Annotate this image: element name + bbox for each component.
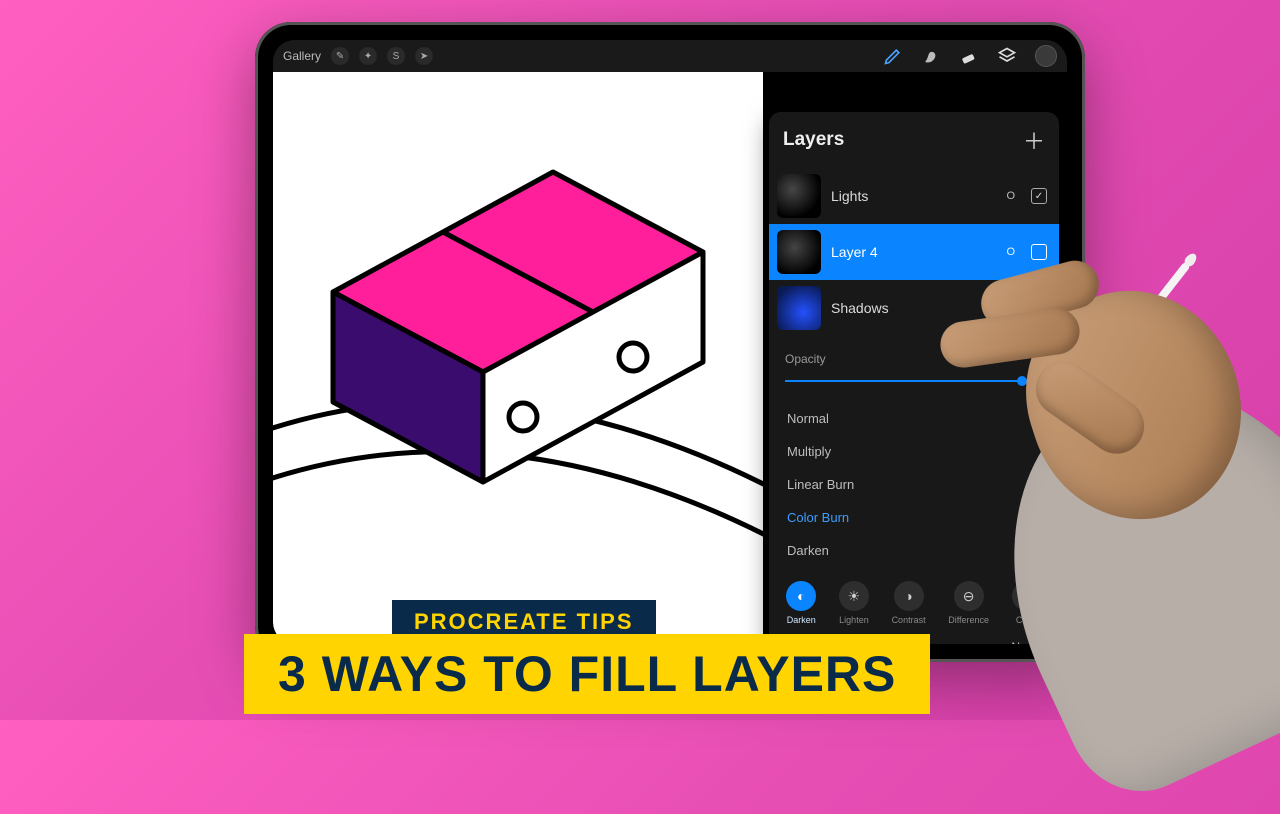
- blend-mode-item[interactable]: Multiply: [769, 435, 1059, 468]
- category-label: Difference: [948, 615, 989, 625]
- color-icon[interactable]: [1035, 45, 1057, 67]
- gallery-button[interactable]: Gallery: [283, 49, 321, 63]
- layer-visibility-checkbox[interactable]: [1031, 300, 1047, 316]
- footer-mode-short: N: [1011, 640, 1020, 645]
- opacity-control: Opacity: [769, 336, 1059, 398]
- contrast-icon: ◑: [894, 581, 924, 611]
- procreate-screen: Gallery ✎ ✦ S ➤: [273, 40, 1067, 644]
- category-label: Darken: [787, 615, 816, 625]
- layer-thumb: [777, 230, 821, 274]
- top-toolbar: Gallery ✎ ✦ S ➤: [273, 40, 1067, 72]
- category-label: Color: [1016, 615, 1038, 625]
- ipad-device: Gallery ✎ ✦ S ➤: [255, 22, 1085, 662]
- category-contrast[interactable]: ◑ Contrast: [892, 581, 926, 625]
- blend-category-row: ◐ Darken ☀ Lighten ◑ Contrast ⊖: [769, 571, 1059, 631]
- opacity-label: Opacity: [785, 352, 1043, 366]
- layer-blend-short: O: [1006, 246, 1015, 258]
- layer-thumb: [777, 174, 821, 218]
- brush-icon[interactable]: [883, 46, 903, 66]
- layer-blend-short: O: [1006, 190, 1015, 202]
- layer-row-shadows[interactable]: Shadows Cb: [769, 280, 1059, 336]
- footer-visibility-checkbox[interactable]: [1030, 639, 1045, 644]
- layer-blend-short: Cb: [1001, 302, 1015, 314]
- color-icon: ≡: [1012, 581, 1042, 611]
- moon-icon: ◐: [786, 581, 816, 611]
- thumbnail-stage: Gallery ✎ ✦ S ➤: [0, 0, 1280, 720]
- sidebar-slider[interactable]: [1059, 292, 1065, 552]
- blend-mode-item[interactable]: Linear Burn: [769, 468, 1059, 501]
- layer-name: Layer 4: [831, 244, 996, 260]
- artboard[interactable]: [273, 72, 763, 642]
- sun-icon: ☀: [839, 581, 869, 611]
- canvas-area[interactable]: Layers ＋ Lights O Layer 4 O: [273, 72, 1067, 644]
- difference-icon: ⊖: [954, 581, 984, 611]
- layers-panel: Layers ＋ Lights O Layer 4 O: [769, 112, 1059, 644]
- smudge-icon[interactable]: [921, 46, 941, 66]
- layer-name: Shadows: [831, 300, 991, 316]
- transform-icon[interactable]: ➤: [415, 47, 433, 65]
- category-lighten[interactable]: ☀ Lighten: [839, 581, 869, 625]
- layer-thumb: [777, 286, 821, 330]
- blend-mode-list: Normal Multiply Linear Burn Color Burn D…: [769, 398, 1059, 571]
- layers-title: Layers: [783, 129, 844, 151]
- category-color[interactable]: ≡ Color: [1012, 581, 1042, 625]
- category-label: Contrast: [892, 615, 926, 625]
- category-label: Lighten: [839, 615, 869, 625]
- layer-visibility-checkbox[interactable]: [1031, 188, 1047, 204]
- blend-mode-item[interactable]: Normal: [769, 402, 1059, 435]
- eraser-icon[interactable]: [959, 46, 979, 66]
- layer-row-layer4[interactable]: Layer 4 O: [769, 224, 1059, 280]
- layer-name: Lights: [831, 188, 996, 204]
- layer-visibility-checkbox[interactable]: [1031, 244, 1047, 260]
- blend-mode-item[interactable]: Darken: [769, 534, 1059, 567]
- adjust-icon[interactable]: ✦: [359, 47, 377, 65]
- select-icon[interactable]: S: [387, 47, 405, 65]
- layers-icon[interactable]: [997, 46, 1017, 66]
- category-darken[interactable]: ◐ Darken: [786, 581, 816, 625]
- opacity-slider[interactable]: [785, 374, 1043, 388]
- category-difference[interactable]: ⊖ Difference: [948, 581, 989, 625]
- layer-row-lights[interactable]: Lights O: [769, 168, 1059, 224]
- wrench-icon[interactable]: ✎: [331, 47, 349, 65]
- add-layer-button[interactable]: ＋: [1023, 124, 1045, 156]
- blend-mode-item[interactable]: Color Burn: [769, 501, 1059, 534]
- title-banner: 3 WAYS TO FILL LAYERS: [244, 634, 930, 714]
